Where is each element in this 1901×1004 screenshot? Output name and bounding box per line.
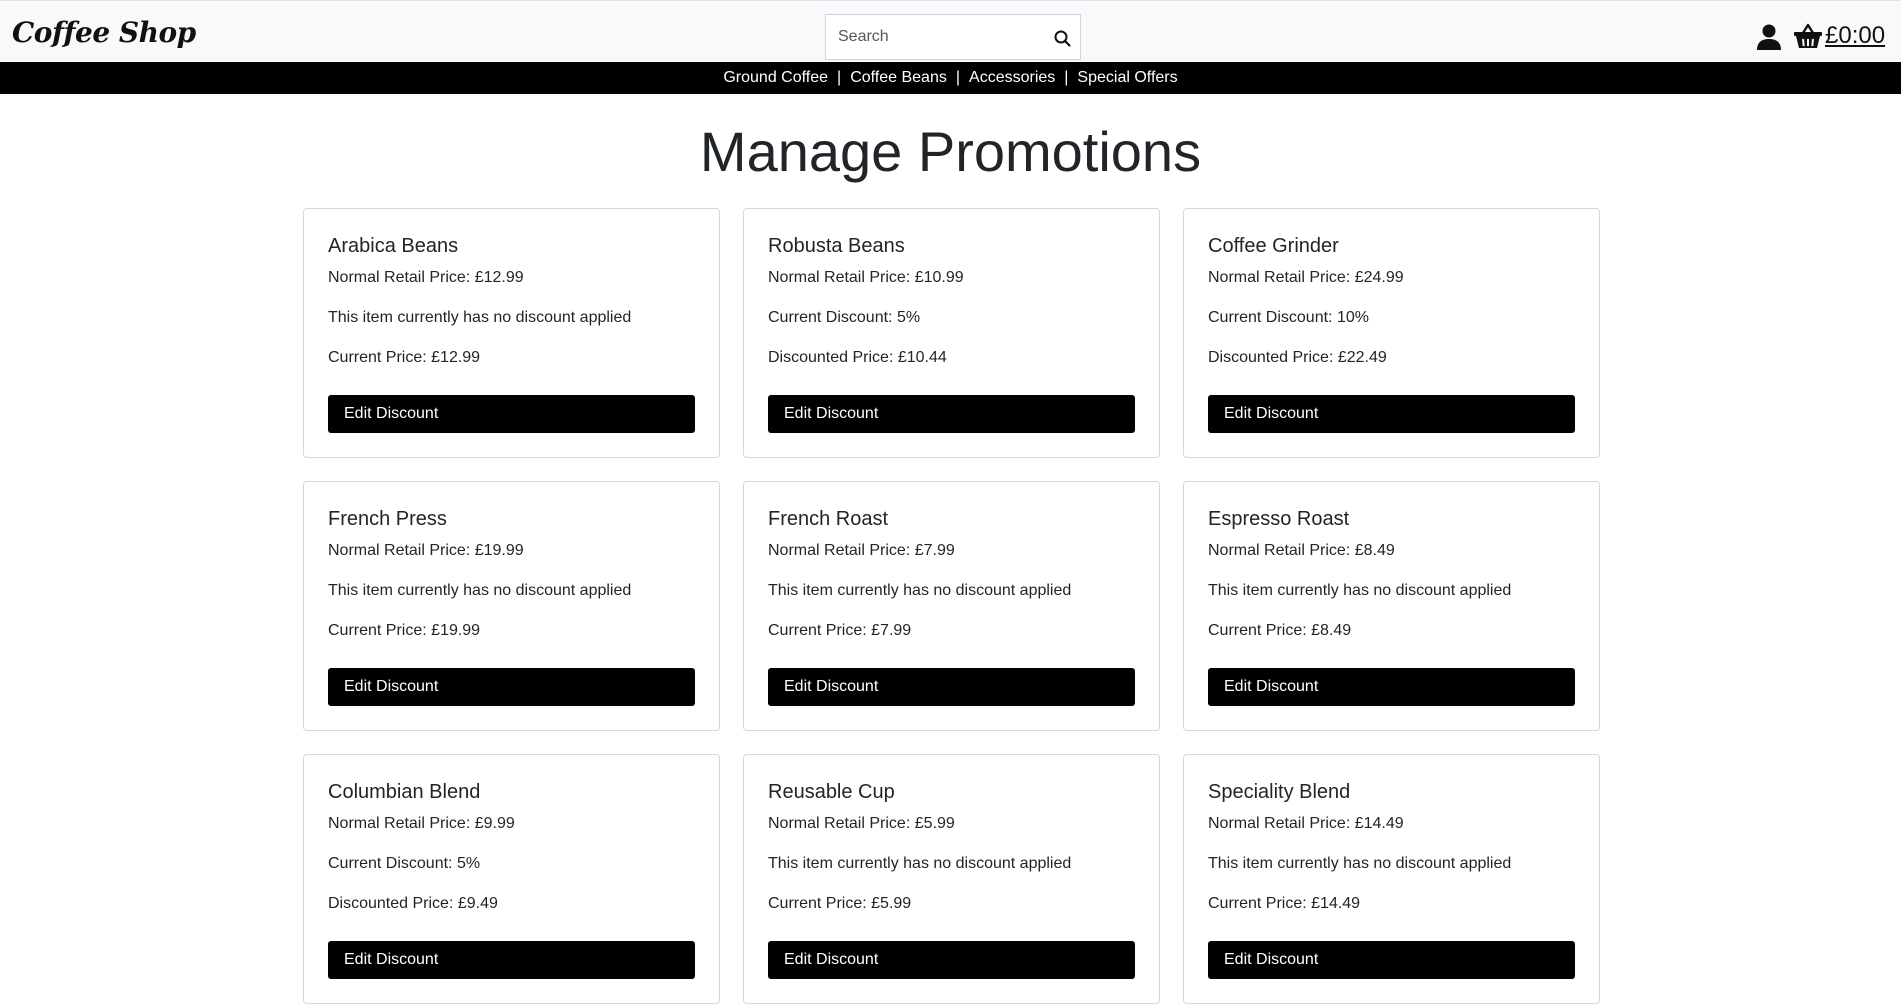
retail-price: Normal Retail Price: £9.99 [328, 815, 515, 832]
current-price: Discounted Price: £9.49 [328, 895, 498, 912]
nav-separator: | [1064, 69, 1069, 86]
product-name: French Press [328, 508, 447, 530]
current-price: Current Price: £12.99 [328, 349, 481, 366]
nav-accessories[interactable]: Accessories [969, 69, 1055, 86]
product-card: Coffee Grinder Normal Retail Price: £24.… [1183, 208, 1600, 458]
search-form [825, 14, 1081, 60]
retail-price: Normal Retail Price: £12.99 [328, 269, 524, 286]
current-price: Current Price: £19.99 [328, 622, 481, 639]
discount-status: This item currently has no discount appl… [328, 309, 632, 326]
retail-price: Normal Retail Price: £19.99 [328, 542, 524, 559]
search-button[interactable] [1048, 25, 1076, 53]
nav-separator: | [955, 69, 961, 86]
page-title: Manage Promotions [699, 120, 1202, 183]
current-price: Discounted Price: £10.44 [768, 349, 947, 366]
product-card: Espresso Roast Normal Retail Price: £8.4… [1183, 481, 1600, 731]
product-card: Columbian Blend Normal Retail Price: £9.… [303, 754, 720, 1004]
product-name: Coffee Grinder [1208, 235, 1339, 257]
nav-coffee-beans[interactable]: Coffee Beans [850, 69, 947, 86]
edit-discount-button[interactable]: Edit Discount [768, 395, 1135, 433]
current-price: Current Price: £5.99 [768, 895, 912, 912]
nav-ground-coffee[interactable]: Ground Coffee [723, 69, 828, 86]
product-card: Robusta Beans Normal Retail Price: £10.9… [743, 208, 1160, 458]
top-navbar: Coffee Shop £0:00 [0, 0, 1901, 61]
edit-discount-button[interactable]: Edit Discount [1208, 941, 1575, 979]
retail-price: Normal Retail Price: £7.99 [768, 542, 955, 559]
discount-status: This item currently has no discount appl… [1208, 855, 1512, 872]
edit-discount-button[interactable]: Edit Discount [768, 668, 1135, 706]
product-name: Robusta Beans [768, 235, 905, 257]
product-name: Arabica Beans [328, 235, 459, 257]
discount-status: Current Discount: 5% [768, 309, 921, 326]
discount-status: Current Discount: 5% [328, 855, 481, 872]
retail-price: Normal Retail Price: £24.99 [1208, 269, 1404, 286]
search-icon [1054, 30, 1071, 47]
nav-separator: | [837, 69, 842, 86]
discount-status: This item currently has no discount appl… [768, 855, 1072, 872]
edit-discount-button[interactable]: Edit Discount [328, 668, 695, 706]
product-name: French Roast [768, 508, 889, 530]
discount-status: This item currently has no discount appl… [768, 582, 1072, 599]
product-card: Speciality Blend Normal Retail Price: £1… [1183, 754, 1600, 1004]
nav-special-offers[interactable]: Special Offers [1077, 69, 1177, 86]
basket-icon[interactable] [1793, 21, 1823, 51]
brand-logo[interactable]: Coffee Shop [12, 16, 196, 49]
product-name: Espresso Roast [1208, 508, 1350, 530]
edit-discount-button[interactable]: Edit Discount [768, 941, 1135, 979]
current-price: Current Price: £8.49 [1208, 622, 1352, 639]
cart-total-link[interactable]: £0:00 [1825, 22, 1885, 50]
search-input[interactable] [826, 15, 1041, 59]
user-icon[interactable] [1756, 23, 1782, 51]
product-card: French Press Normal Retail Price: £19.99… [303, 481, 720, 731]
edit-discount-button[interactable]: Edit Discount [1208, 668, 1575, 706]
category-nav: Ground Coffee | Coffee Beans | Accessories | S… [0, 62, 1901, 94]
product-card: Reusable Cup Normal Retail Price: £5.99 … [743, 754, 1160, 1004]
discount-status: Current Discount: 10% [1208, 309, 1369, 326]
current-price: Current Price: £14.49 [1208, 895, 1361, 912]
discount-status: This item currently has no discount appl… [1208, 582, 1512, 599]
product-name: Columbian Blend [328, 781, 481, 803]
edit-discount-button[interactable]: Edit Discount [328, 395, 695, 433]
current-price: Discounted Price: £22.49 [1208, 349, 1387, 366]
edit-discount-button[interactable]: Edit Discount [328, 941, 695, 979]
product-name: Speciality Blend [1208, 781, 1351, 803]
product-name: Reusable Cup [768, 781, 895, 803]
edit-discount-button[interactable]: Edit Discount [1208, 395, 1575, 433]
retail-price: Normal Retail Price: £14.49 [1208, 815, 1404, 832]
product-card: French Roast Normal Retail Price: £7.99 … [743, 481, 1160, 731]
discount-status: This item currently has no discount appl… [328, 582, 632, 599]
retail-price: Normal Retail Price: £10.99 [768, 269, 964, 286]
current-price: Current Price: £7.99 [768, 622, 912, 639]
retail-price: Normal Retail Price: £5.99 [768, 815, 955, 832]
product-card: Arabica Beans Normal Retail Price: £12.9… [303, 208, 720, 458]
retail-price: Normal Retail Price: £8.49 [1208, 542, 1395, 559]
